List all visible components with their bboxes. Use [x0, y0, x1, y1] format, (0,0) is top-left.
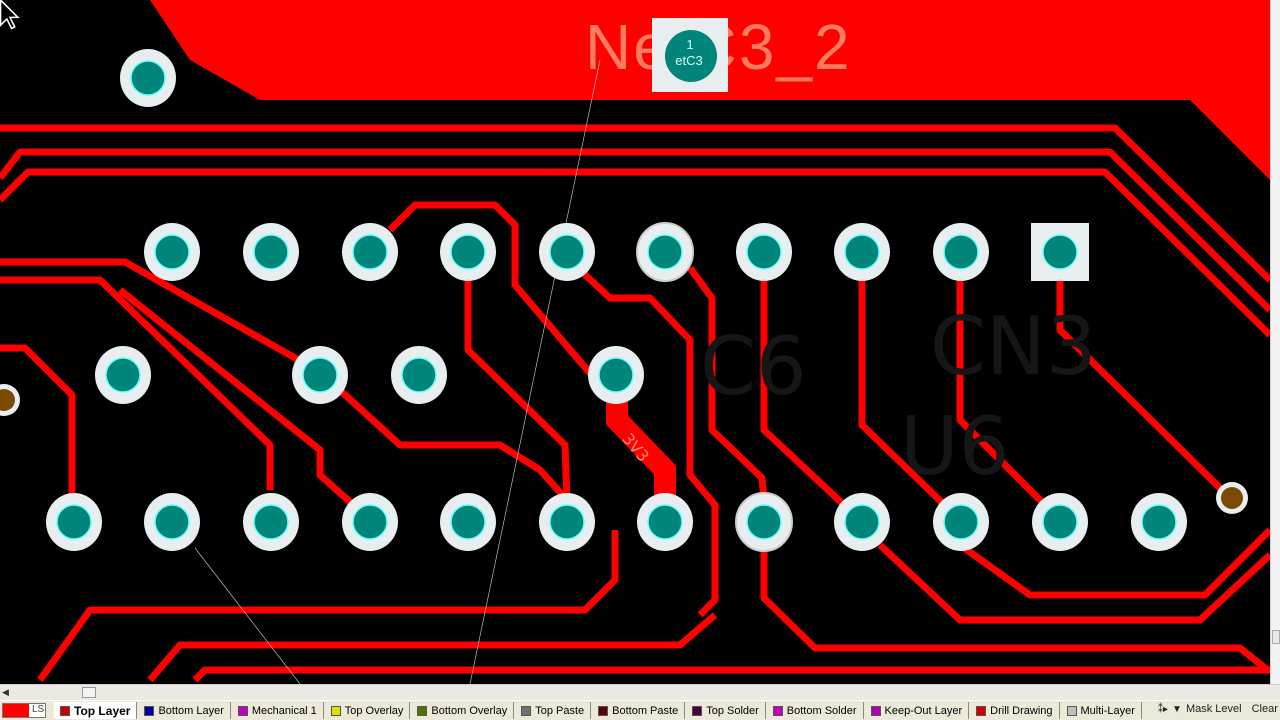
- vertical-scrollbar[interactable]: [1270, 0, 1280, 684]
- pad[interactable]: [636, 222, 694, 282]
- mouse-pointer-icon: [0, 0, 20, 30]
- tab-top-overlay[interactable]: Top Overlay: [325, 702, 411, 719]
- pad[interactable]: [933, 493, 989, 551]
- pad[interactable]: [736, 223, 792, 281]
- trace: [0, 344, 76, 500]
- tab-multi-layer[interactable]: Multi-Layer: [1061, 702, 1142, 719]
- layer-color-swatch: [330, 705, 341, 716]
- layer-tabs: Top Layer Bottom Layer Mechanical 1 Top Ove…: [54, 702, 1143, 720]
- designator-u6: U6: [900, 400, 1010, 493]
- pad[interactable]: [342, 493, 398, 551]
- pad[interactable]: [933, 223, 989, 281]
- pad[interactable]: [144, 223, 200, 281]
- pad[interactable]: [834, 223, 890, 281]
- pad[interactable]: [1131, 493, 1187, 551]
- pad[interactable]: [292, 346, 348, 404]
- pad[interactable]: [120, 49, 176, 107]
- trace: [37, 530, 619, 683]
- tab-top-layer[interactable]: Top Layer: [54, 702, 138, 719]
- tab-drill-drawing[interactable]: Drill Drawing: [970, 702, 1060, 719]
- pad[interactable]: [735, 492, 793, 552]
- layer-color-swatch: [1066, 705, 1077, 716]
- filter-icon[interactable]: ▼: [1172, 704, 1182, 715]
- tab-bottom-solder[interactable]: Bottom Solder: [767, 702, 864, 719]
- tab-bottom-paste[interactable]: Bottom Paste: [592, 702, 686, 719]
- pcb-canvas[interactable]: NetC3_2 1 etC3 3V3 C6 CN3 U6: [0, 0, 1270, 684]
- layer-tab-bar: LS Top Layer Bottom Layer Mechanical 1 Top …: [0, 700, 1280, 720]
- scroll-left-icon[interactable]: ◀: [2, 687, 9, 698]
- pad[interactable]: [391, 346, 447, 404]
- trace: [877, 542, 1270, 624]
- trace: [117, 287, 373, 523]
- tab-mechanical-1[interactable]: Mechanical 1: [232, 702, 324, 719]
- snap-icon[interactable]: ⁑▸: [1158, 704, 1168, 715]
- tab-bottom-overlay[interactable]: Bottom Overlay: [411, 702, 515, 719]
- via[interactable]: [0, 384, 20, 416]
- trace: [192, 666, 1270, 683]
- designator-cn3: CN3: [930, 300, 1097, 393]
- pad[interactable]: [440, 493, 496, 551]
- pad[interactable]: [440, 223, 496, 281]
- tab-top-solder[interactable]: Top Solder: [686, 702, 766, 719]
- mask-level-button[interactable]: Mask Level: [1186, 703, 1242, 715]
- pad[interactable]: [588, 346, 644, 404]
- layer-color-swatch: [772, 705, 783, 716]
- pad[interactable]: [46, 493, 102, 551]
- trace: [760, 545, 1270, 675]
- tab-label: Top Solder: [706, 704, 759, 717]
- tab-label: Bottom Paste: [612, 704, 679, 717]
- designator-c6: C6: [700, 320, 807, 413]
- layer-color-swatch: [417, 705, 428, 716]
- ratsnest-line: [194, 547, 301, 684]
- tab-bottom-layer[interactable]: Bottom Layer: [138, 702, 231, 719]
- horizontal-scroll-thumb[interactable]: [82, 687, 96, 698]
- layer-set-button[interactable]: LS: [2, 703, 46, 718]
- horizontal-scrollbar[interactable]: ◀: [0, 684, 1280, 700]
- pad[interactable]: [243, 223, 299, 281]
- pad[interactable]: [637, 493, 693, 551]
- pad[interactable]: [342, 223, 398, 281]
- layer-color-swatch: [870, 705, 881, 716]
- trace: [464, 280, 571, 501]
- pad[interactable]: [539, 493, 595, 551]
- via[interactable]: [1216, 482, 1248, 514]
- pad[interactable]: [834, 493, 890, 551]
- pad[interactable]: [1031, 223, 1089, 281]
- layer-set-label: LS: [32, 704, 45, 715]
- layer-color-swatch: [144, 705, 155, 716]
- tab-label: Top Layer: [74, 703, 131, 718]
- tab-label: Multi-Layer: [1080, 704, 1135, 717]
- pad[interactable]: [95, 346, 151, 404]
- tab-label: Bottom Layer: [158, 704, 224, 717]
- pad-number-label: 1: [686, 37, 694, 52]
- layer-color-swatch: [598, 705, 609, 716]
- pad[interactable]: [1032, 493, 1088, 551]
- tab-label: Mechanical 1: [251, 704, 317, 717]
- layer-color-swatch: [976, 705, 987, 716]
- tab-label: Bottom Overlay: [431, 704, 508, 717]
- pad[interactable]: [144, 493, 200, 551]
- pad-net-label: etC3: [675, 53, 703, 68]
- current-layer-swatch: [3, 704, 29, 717]
- layer-color-swatch: [692, 705, 703, 716]
- layer-color-swatch: [521, 705, 532, 716]
- tab-label: Bottom Solder: [786, 704, 857, 717]
- pad[interactable]: [539, 223, 595, 281]
- trace: [957, 527, 1270, 599]
- pad[interactable]: [243, 493, 299, 551]
- layer-color-swatch: [237, 705, 248, 716]
- tab-label: Top Overlay: [344, 704, 404, 717]
- tab-keep-out-layer[interactable]: Keep-Out Layer: [865, 702, 970, 719]
- tab-top-paste[interactable]: Top Paste: [515, 702, 592, 719]
- clear-button[interactable]: Clear: [1252, 703, 1278, 715]
- tab-label: Keep-Out Layer: [884, 704, 963, 717]
- trace: [317, 369, 570, 503]
- layer-color-swatch: [60, 705, 70, 716]
- tab-label: Top Paste: [535, 704, 585, 717]
- layer-tools: ⁑▸ ▼ Mask Level Clear: [1158, 703, 1280, 715]
- vertical-scroll-thumb[interactable]: [1272, 630, 1280, 644]
- tab-label: Drill Drawing: [990, 704, 1053, 717]
